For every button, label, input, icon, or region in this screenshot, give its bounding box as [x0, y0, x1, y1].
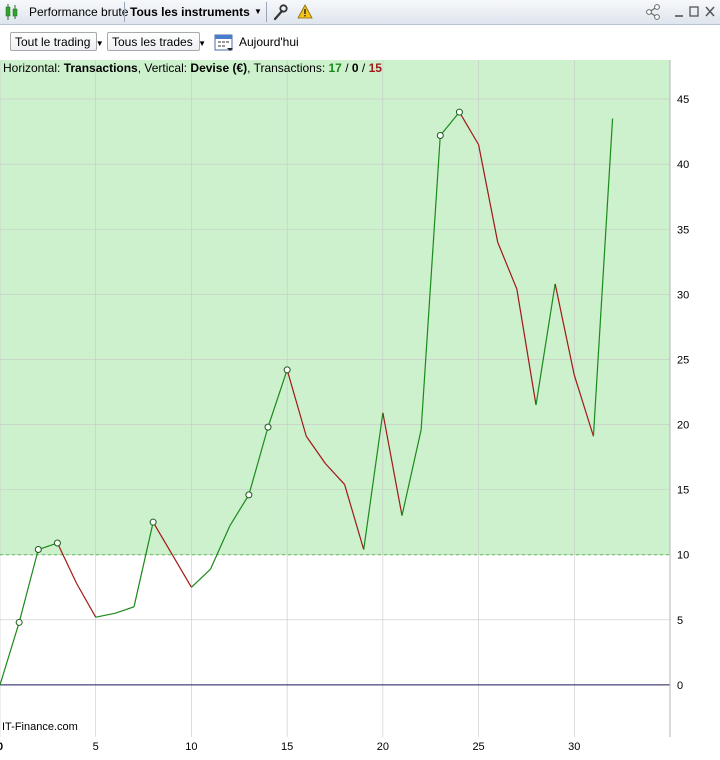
- separator: [124, 2, 125, 22]
- trading-filter-dropdown[interactable]: Tout le trading ▼: [10, 32, 104, 51]
- curve-marker: [149, 518, 157, 526]
- x-tick-label: 0: [0, 741, 3, 753]
- curve-marker: [264, 423, 272, 431]
- trades-filter-label: Tous les trades: [112, 35, 193, 49]
- close-icon[interactable]: [705, 0, 715, 24]
- y-tick-label: 30: [677, 289, 689, 301]
- curve-segment-up: [18, 549, 39, 623]
- y-axis-ticks: 0 5 10 15 20 25 30 35 40 45: [677, 94, 689, 692]
- date-label[interactable]: Aujourd'hui: [239, 35, 299, 49]
- watermark: IT-Finance.com: [2, 721, 78, 733]
- separator: [266, 2, 267, 22]
- chevron-down-icon[interactable]: ▼: [254, 0, 262, 24]
- title-bar: Performance brute Tous les instruments ▼: [0, 0, 720, 25]
- curve-marker: [15, 618, 23, 626]
- curve-marker: [283, 366, 291, 374]
- x-tick-label: 30: [568, 741, 580, 753]
- y-tick-label: 25: [677, 354, 689, 366]
- warning-icon[interactable]: [297, 0, 313, 24]
- y-tick-label: 0: [677, 680, 683, 692]
- maximize-icon[interactable]: [689, 0, 699, 24]
- curve-marker: [455, 108, 463, 116]
- profit-zone: [0, 60, 670, 555]
- trades-filter-dropdown[interactable]: Tous les trades ▼: [107, 32, 206, 51]
- curve-segment-down: [171, 554, 192, 588]
- minimize-icon[interactable]: [674, 0, 684, 24]
- y-tick-label: 10: [677, 550, 689, 562]
- y-tick-label: 35: [677, 224, 689, 236]
- instrument-dropdown[interactable]: Tous les instruments: [130, 0, 250, 24]
- chart-area: 0 5 10 15 20 25 30 35 40 45 0 5 10 15 20 25 30 Horizont…: [0, 60, 720, 757]
- chevron-down-icon: ▼: [198, 39, 206, 48]
- x-axis-ticks: 0 5 10 15 20 25 30: [0, 741, 580, 753]
- curve-segment-up: [114, 606, 135, 614]
- candlestick-icon: [4, 0, 20, 24]
- x-tick-label: 25: [472, 741, 484, 753]
- curve-segment-up: [191, 568, 211, 588]
- filter-toolbar: Tout le trading ▼ Tous les trades ▼ Aujo…: [0, 25, 720, 59]
- x-tick-label: 20: [377, 741, 389, 753]
- curve-marker: [436, 132, 444, 140]
- x-tick-label: 5: [93, 741, 99, 753]
- share-icon[interactable]: [645, 0, 663, 24]
- curve-segment-up: [95, 612, 115, 618]
- curve-marker: [245, 491, 253, 499]
- curve-marker: [53, 539, 61, 547]
- curve-segment-up: [0, 622, 20, 686]
- curve-marker: [34, 546, 42, 554]
- y-tick-label: 40: [677, 159, 689, 171]
- y-tick-label: 45: [677, 94, 689, 106]
- y-tick-label: 5: [677, 615, 683, 627]
- calendar-icon[interactable]: [214, 32, 234, 52]
- chart-info-line: Horizontal: Transactions, Vertical: Devi…: [3, 61, 382, 75]
- tab-performance-brute[interactable]: Performance brute: [29, 0, 128, 24]
- curve-segment-down: [76, 583, 97, 618]
- trading-filter-label: Tout le trading: [15, 35, 91, 49]
- wrench-icon[interactable]: [272, 0, 288, 24]
- performance-chart: 0 5 10 15 20 25 30 35 40 45 0 5 10 15 20 25 30 Horizont…: [0, 60, 689, 753]
- y-tick-label: 20: [677, 420, 689, 432]
- x-tick-label: 15: [281, 741, 293, 753]
- y-tick-label: 15: [677, 485, 689, 497]
- instrument-label: Tous les instruments: [130, 5, 250, 19]
- chevron-down-icon: ▼: [95, 39, 104, 48]
- x-tick-label: 10: [185, 741, 197, 753]
